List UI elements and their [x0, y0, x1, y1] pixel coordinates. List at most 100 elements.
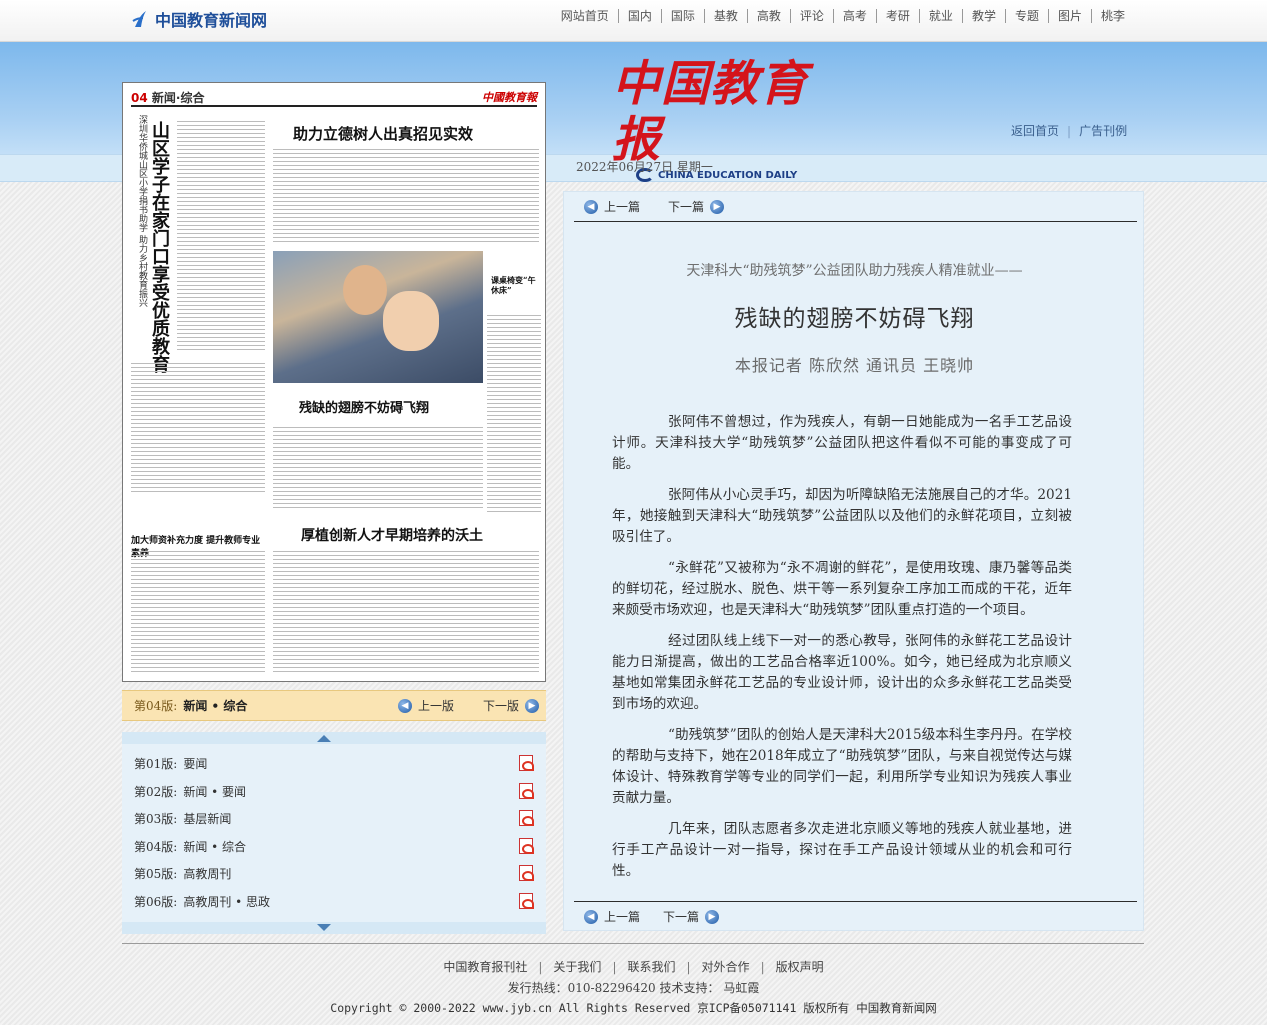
paper-header: 04 新闻·综合 中國教育報 [131, 89, 537, 107]
nav-international[interactable]: 国际 [660, 9, 704, 23]
page-number: 第03版: [134, 812, 178, 827]
separator: | [760, 960, 765, 974]
next-article-label: 下一篇 [663, 910, 700, 924]
paper-vertical-subhead: 深圳华侨城山区小学捐书助学 助力乡村教育振兴 [137, 115, 147, 307]
paper-page-number: 04 [131, 91, 148, 105]
page-name: 高教周刊 [183, 867, 232, 882]
page-number: 第01版: [134, 757, 178, 772]
nav-kaoyan[interactable]: 考研 [875, 9, 919, 23]
prev-page-button[interactable]: ◀ 上一版 [398, 697, 454, 714]
next-article-label: 下一篇 [668, 200, 705, 214]
footer-link-about[interactable]: 关于我们 [553, 960, 601, 974]
page-list: 第01版: 要闻 第02版: 新闻 • 要闻 第03版: 基层新闻 第04版: 新闻 •… [122, 732, 546, 934]
scroll-down-arrow-icon[interactable] [122, 922, 546, 934]
paper-side-caption: 课桌椅变“午休床” [491, 275, 536, 295]
arrow-right-icon: ▶ [525, 698, 540, 713]
prev-article-label: 上一篇 [604, 200, 641, 214]
separator: | [1067, 124, 1072, 138]
arrow-left-icon: ◀ [584, 199, 598, 214]
masthead: 中国教育报 CHINA EDUCATION DAILY [612, 56, 812, 182]
footer-links: 中国教育报刊社 | 关于我们 | 联系我们 | 对外合作 | 版权声明 [0, 958, 1267, 975]
paper-section: 新闻·综合 [151, 91, 205, 105]
paper-mini-masthead: 中國教育報 [482, 91, 537, 104]
footer-link-cooperation[interactable]: 对外合作 [702, 960, 750, 974]
page-name: 基层新闻 [183, 812, 232, 827]
page-list-item[interactable]: 第03版: 基层新闻 [122, 805, 546, 833]
article-pretitle: 天津科大“助残筑梦”公益团队助力残疾人精准就业—— [686, 263, 1023, 279]
article-paragraph: “助残筑梦”团队的创始人是天津科大2015级本科生李丹丹。在学校的帮助与支持下，… [612, 727, 1072, 806]
paper-headline-photo: 残缺的翅膀不妨碍飞翔 [299, 401, 430, 416]
page-list-item[interactable]: 第06版: 高教周刊 • 思政 [122, 888, 546, 916]
article-nav-top: ◀ 上一篇 下一篇 ▶ [574, 192, 1137, 222]
pdf-icon[interactable] [519, 810, 534, 826]
page-name: 要闻 [183, 757, 208, 772]
page-nav-bar: 第04版: 新闻 • 综合 ◀ 上一版 下一版 ▶ [122, 690, 546, 721]
page-number: 第06版: [134, 894, 178, 909]
separator: | [612, 960, 617, 974]
nav-higher-edu[interactable]: 高教 [746, 9, 790, 23]
nav-teaching[interactable]: 教学 [961, 9, 1005, 23]
current-page: 第04版: 新闻 • 综合 [134, 697, 247, 714]
site-logo[interactable]: 中国教育新闻网 [132, 7, 267, 31]
current-page-name: 新闻 • 综合 [183, 699, 248, 713]
page-name: 高教周刊 • 思政 [183, 894, 271, 909]
article-body: 张阿伟不曾想过，作为残疾人，有朝一日她能成为一名手工艺品设计师。天津科技大学“助… [612, 412, 1072, 894]
pdf-icon[interactable] [519, 892, 534, 909]
pdf-icon[interactable] [519, 782, 534, 799]
footer-link-contact[interactable]: 联系我们 [627, 960, 675, 974]
next-article-button[interactable]: 下一篇 ▶ [668, 198, 725, 215]
pdf-icon[interactable] [519, 755, 534, 771]
nav-home[interactable]: 网站首页 [552, 9, 618, 23]
article-byline: 本报记者 陈欣然 通讯员 王晓帅 [734, 356, 975, 375]
page-list-item[interactable]: 第01版: 要闻 [122, 750, 546, 778]
top-bar: 中国教育新闻网 网站首页 国内 国际 基教 高教 评论 高考 考研 就业 教学 … [0, 0, 1267, 42]
paper-text-block [131, 551, 265, 675]
nav-pictures[interactable]: 图片 [1047, 9, 1091, 23]
pdf-icon[interactable] [519, 865, 534, 881]
publish-date: 2022年06月27日 星期一 [576, 160, 713, 174]
footer-hotline: 发行热线：010-82296420 技术支持： 马虹霞 [507, 981, 760, 995]
separator: | [686, 960, 691, 974]
logo-text: 中国教育新闻网 [155, 11, 268, 30]
nav-topics[interactable]: 专题 [1004, 9, 1048, 23]
article-panel: ◀ 上一篇 下一篇 ▶ 天津科大“助残筑梦”公益团队助力残疾人精准就业—— 残缺的翅… [563, 191, 1144, 931]
nav-domestic[interactable]: 国内 [617, 9, 661, 23]
footer-copyright: Copyright © 2000-2022 www.jyb.cn All Rig… [330, 1001, 937, 1015]
paper-headline-bottom: 厚植创新人才早期培养的沃土 [301, 528, 483, 544]
nav-employment[interactable]: 就业 [918, 9, 962, 23]
footer-divider [122, 943, 1144, 944]
footer-link-copyright[interactable]: 版权声明 [776, 960, 824, 974]
next-page-button[interactable]: 下一版 ▶ [483, 697, 540, 714]
masthead-title: 中国教育报 [612, 56, 809, 168]
article-nav-bottom: ◀ 上一篇 下一篇 ▶ [574, 901, 1137, 931]
paper-photo [273, 251, 483, 383]
page-list-item[interactable]: 第02版: 新闻 • 要闻 [122, 778, 546, 806]
nav-commentary[interactable]: 评论 [789, 9, 833, 23]
prev-article-button[interactable]: ◀ 上一篇 [584, 198, 640, 215]
newspaper-page-thumbnail[interactable]: 04 新闻·综合 中國教育報 深圳华侨城山区小学捐书助学 助力乡村教育振兴 山区… [122, 82, 546, 682]
ad-rates-link[interactable]: 广告刊例 [1079, 124, 1127, 138]
logo-icon [132, 11, 146, 27]
article-paragraph: 张阿伟从小心灵手巧，却因为听障缺陷无法施展自己的才华。2021年，她接触到天津科… [612, 487, 1072, 545]
nav-taoli[interactable]: 桃李 [1090, 9, 1134, 23]
back-home-link[interactable]: 返回首页 [1011, 124, 1059, 138]
nav-basic-edu[interactable]: 基教 [703, 9, 747, 23]
separator: | [538, 960, 543, 974]
paper-text-block [131, 363, 265, 493]
arrow-right-icon: ▶ [705, 909, 720, 924]
article-paragraph: 几年来，团队志愿者多次走进北京顺义等地的残疾人就业基地，进行手工产品设计一对一指… [612, 821, 1072, 879]
paper-vertical-headline: 山区学子在家门口享受优质教育 [149, 121, 170, 373]
page-number: 第04版: [134, 839, 178, 854]
nav-gaokao[interactable]: 高考 [832, 9, 876, 23]
prev-article-label: 上一篇 [604, 910, 641, 924]
footer-link-publisher[interactable]: 中国教育报刊社 [443, 960, 527, 974]
page-list-item[interactable]: 第04版: 新闻 • 综合 [122, 833, 546, 861]
next-article-button[interactable]: 下一篇 ▶ [663, 908, 720, 925]
page-name: 新闻 • 综合 [183, 839, 247, 854]
prev-article-button[interactable]: ◀ 上一篇 [584, 908, 640, 925]
pdf-icon[interactable] [519, 837, 534, 854]
paper-text-block [273, 551, 539, 675]
page-list-item[interactable]: 第05版: 高教周刊 [122, 860, 546, 888]
scroll-up-arrow-icon[interactable] [122, 732, 546, 744]
arrow-left-icon: ◀ [398, 698, 412, 713]
